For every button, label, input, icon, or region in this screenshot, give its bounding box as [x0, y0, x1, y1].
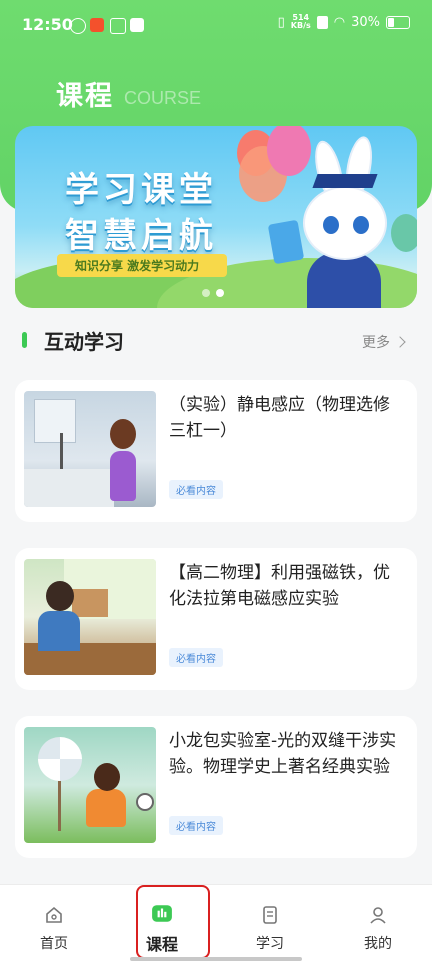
thumb-person-body [38, 611, 80, 651]
app-notification-icon [130, 18, 144, 32]
course-tag: 必看内容 [169, 480, 223, 499]
thumb-pole [58, 781, 61, 831]
wifi-icon: ◠ [333, 14, 346, 30]
battery-icon [386, 15, 410, 29]
banner-title-line2: 智慧启航 [65, 216, 217, 256]
thumb-table [24, 469, 114, 507]
net-speed-unit: KB/s [290, 21, 311, 30]
thumb-person-head [110, 419, 136, 449]
more-label: 更多 [362, 335, 390, 351]
battery-percent: 30% [351, 14, 380, 30]
app-notification-icon [70, 18, 86, 34]
thumb-pinwheel [38, 737, 82, 781]
banner-title-line1: 学习课堂 [65, 170, 217, 210]
thumb-box [72, 589, 108, 617]
status-right: ▯ 514 KB/s ◠ 30% [278, 14, 410, 30]
thumb-person-head [46, 581, 74, 611]
section-accent-bar [22, 332, 27, 348]
home-icon [46, 906, 62, 923]
carousel-dot[interactable] [202, 289, 210, 297]
banner-slogan: 知识分享 激发学习动力 [57, 254, 228, 277]
thumb-gauge [136, 793, 154, 811]
profile-icon [370, 907, 386, 924]
tab-label: 课程 [145, 935, 178, 954]
section-header: 互动学习 更多 [22, 326, 410, 354]
bottom-tab-bar: 首页 课程 学习 我的 [0, 884, 432, 965]
course-thumbnail [24, 727, 156, 843]
balloon-image [267, 126, 311, 176]
course-title: 【高二物理】利用强磁铁，优化法拉第电磁感应实验 [169, 563, 390, 609]
course-tag: 必看内容 [169, 648, 223, 667]
course-thumbnail [24, 559, 156, 675]
tab-course[interactable]: 课程 [108, 885, 216, 965]
mascot-eye [351, 214, 371, 236]
course-title: 小龙包实验室-光的双缝干涉实验。物理学史上著名经典实验 [169, 731, 397, 777]
study-icon [263, 906, 277, 924]
mascot-eye [321, 214, 341, 236]
course-thumbnail [24, 391, 156, 507]
course-icon [152, 905, 172, 922]
thumb-person-head [94, 763, 120, 791]
network-speed: 514 KB/s [291, 14, 311, 30]
tab-label: 学习 [256, 936, 284, 952]
app-notification-icon [90, 18, 104, 32]
home-indicator[interactable] [130, 957, 302, 961]
page-title: 课程 [56, 81, 114, 112]
status-bar: 12:50 ▯ 514 KB/s ◠ 30% [0, 0, 432, 50]
thumb-rod [60, 433, 63, 469]
mascot-body [307, 252, 381, 308]
course-card[interactable]: 小龙包实验室-光的双缝干涉实验。物理学史上著名经典实验 必看内容 [15, 716, 417, 858]
thumb-person-body [86, 789, 126, 827]
tab-study[interactable]: 学习 [216, 885, 324, 965]
vibrate-icon: ▯ [277, 14, 285, 30]
carousel-dot-active[interactable] [216, 289, 224, 297]
tab-profile[interactable]: 我的 [324, 885, 432, 965]
mascot-book [267, 219, 305, 265]
app-notification-icon [110, 18, 126, 34]
section-title: 互动学习 [44, 330, 124, 354]
balloon-image [391, 214, 417, 252]
tab-home[interactable]: 首页 [0, 885, 108, 965]
tab-label: 我的 [364, 936, 392, 952]
thumb-person-body [110, 451, 136, 501]
mascot-head [303, 186, 387, 260]
sim-icon [316, 15, 328, 29]
page-subtitle: COURSE [124, 88, 202, 108]
course-title: （实验）静电感应（物理选修三杠一） [169, 395, 390, 441]
carousel-indicator [202, 289, 224, 297]
course-card[interactable]: 【高二物理】利用强磁铁，优化法拉第电磁感应实验 必看内容 [15, 548, 417, 690]
course-tag: 必看内容 [169, 816, 223, 835]
chevron-right-icon [394, 336, 406, 348]
thumb-board [34, 399, 76, 443]
course-card[interactable]: （实验）静电感应（物理选修三杠一） 必看内容 [15, 380, 417, 522]
more-link[interactable]: 更多 [362, 332, 406, 352]
status-time: 12:50 [22, 15, 73, 34]
mascot-cap [312, 174, 378, 188]
promo-banner[interactable]: 学习课堂 智慧启航 知识分享 激发学习动力 [15, 126, 417, 308]
tab-label: 首页 [40, 936, 68, 952]
